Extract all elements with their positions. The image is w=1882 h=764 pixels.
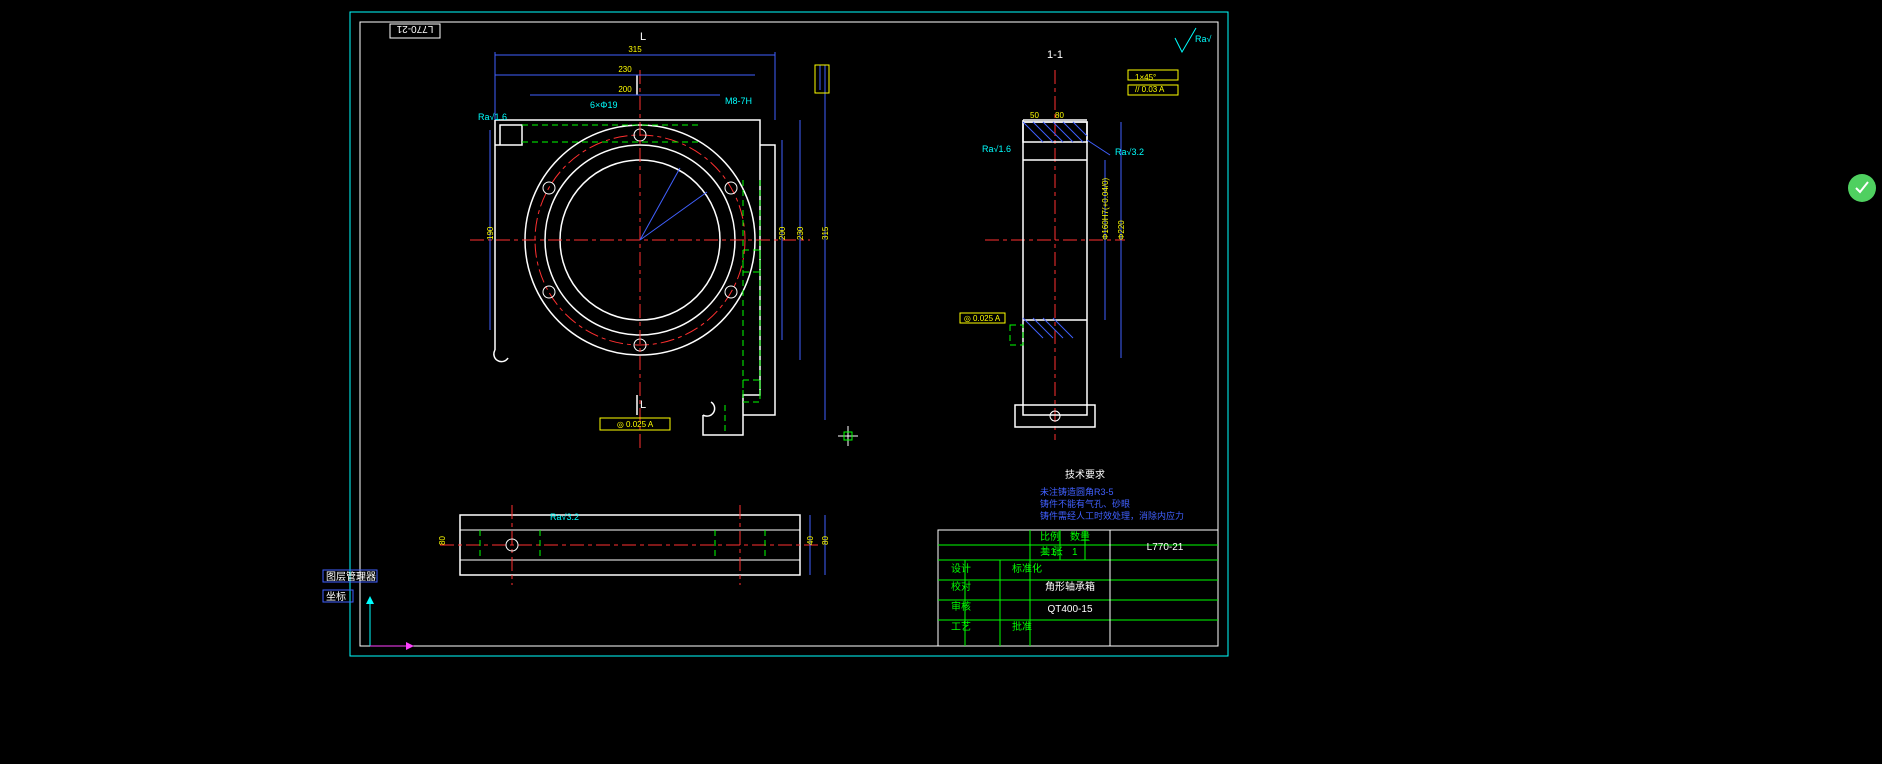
- svg-text:校对: 校对: [951, 580, 971, 593]
- drawing-frame-outer: [350, 12, 1228, 656]
- tb-material: QT400-15: [1047, 604, 1092, 615]
- dim-bore: Φ160H7(+0.04/0): [1101, 177, 1110, 240]
- front-view: [470, 70, 810, 450]
- dim-bolt-holes: 6×Φ19: [590, 100, 617, 110]
- tech-requirements: 技术要求 未注铸造圆角R3-5 铸件不能有气孔、砂眼 铸件需经人工时效处理，消除…: [1040, 468, 1184, 521]
- svg-text:80: 80: [438, 536, 447, 545]
- dim-315: 315: [628, 45, 642, 54]
- dim-m8: M8-7H: [725, 96, 752, 106]
- ucs-axes: 图层管理器 坐标: [323, 570, 414, 650]
- svg-text:1: 1: [1072, 547, 1078, 558]
- wcs-marker: [838, 426, 858, 446]
- svg-text:1×45°: 1×45°: [1135, 73, 1156, 82]
- svg-text:◎ 0.025 A: ◎ 0.025 A: [617, 420, 654, 429]
- svg-text:铸件不能有气孔、砂眼: 铸件不能有气孔、砂眼: [1040, 498, 1130, 509]
- global-surface-finish-icon: [1175, 28, 1196, 52]
- svg-text:审核: 审核: [951, 600, 971, 613]
- dim-od: Φ220: [1117, 220, 1126, 240]
- dim-200: 200: [618, 85, 632, 94]
- top-view: [440, 505, 825, 585]
- svg-text:Ra√: Ra√: [1195, 34, 1212, 44]
- dim-230v: 230: [796, 226, 805, 240]
- svg-text:数量: 数量: [1070, 530, 1090, 543]
- dim-190: 190: [486, 226, 495, 240]
- svg-text:80: 80: [821, 536, 830, 545]
- svg-text:// 0.03 A: // 0.03 A: [1135, 85, 1165, 94]
- svg-text:工艺: 工艺: [951, 621, 971, 633]
- ucs-coord-label: 坐标: [326, 591, 346, 603]
- tab-box: L770-21: [390, 23, 440, 38]
- dim-200v: 200: [778, 226, 787, 240]
- cad-viewport[interactable]: L770-21: [0, 0, 1882, 764]
- svg-text:40: 40: [806, 536, 815, 545]
- title-block: L770-21 角形轴承箱 QT400-15 设计 校对 审核 工艺 标准化 批…: [938, 530, 1218, 646]
- svg-text:L: L: [640, 399, 646, 411]
- dim-230: 230: [618, 65, 632, 74]
- svg-text:Ra√3.2: Ra√3.2: [550, 512, 579, 522]
- svg-text:Ra√3.2: Ra√3.2: [1115, 147, 1144, 157]
- tb-title: 角形轴承箱: [1045, 580, 1095, 593]
- gdt-section: ◎ 0.025 A: [960, 70, 1178, 323]
- svg-text:标准化: 标准化: [1012, 562, 1042, 575]
- section-label: 1-1: [1047, 49, 1063, 61]
- svg-text:80: 80: [1055, 111, 1064, 120]
- svg-text:◎ 0.025 A: ◎ 0.025 A: [964, 314, 1001, 323]
- svg-text:设计: 设计: [951, 562, 971, 575]
- ucs-layer-label: 图层管理器: [326, 570, 376, 583]
- svg-text:共 张: 共 张: [1040, 546, 1063, 558]
- surf-finish-1: Ra√1.6: [478, 112, 507, 122]
- svg-text:50: 50: [1030, 111, 1039, 120]
- tb-drawing-number: L770-21: [1147, 542, 1184, 553]
- tech-req-heading: 技术要求: [1065, 468, 1105, 481]
- svg-text:未注铸造圆角R3-5: 未注铸造圆角R3-5: [1040, 486, 1114, 497]
- svg-text:批准: 批准: [1012, 620, 1032, 633]
- svg-text:铸件需经人工时效处理，消除内应力: 铸件需经人工时效处理，消除内应力: [1040, 510, 1184, 521]
- tab-label: L770-21: [396, 23, 433, 34]
- svg-text:Ra√1.6: Ra√1.6: [982, 144, 1011, 154]
- drawing-canvas[interactable]: L770-21: [0, 0, 1882, 764]
- dim-315v: 315: [821, 226, 830, 240]
- section-mark-1: L: [640, 31, 646, 43]
- section-view: [985, 70, 1125, 440]
- svg-text:比例: 比例: [1040, 530, 1060, 543]
